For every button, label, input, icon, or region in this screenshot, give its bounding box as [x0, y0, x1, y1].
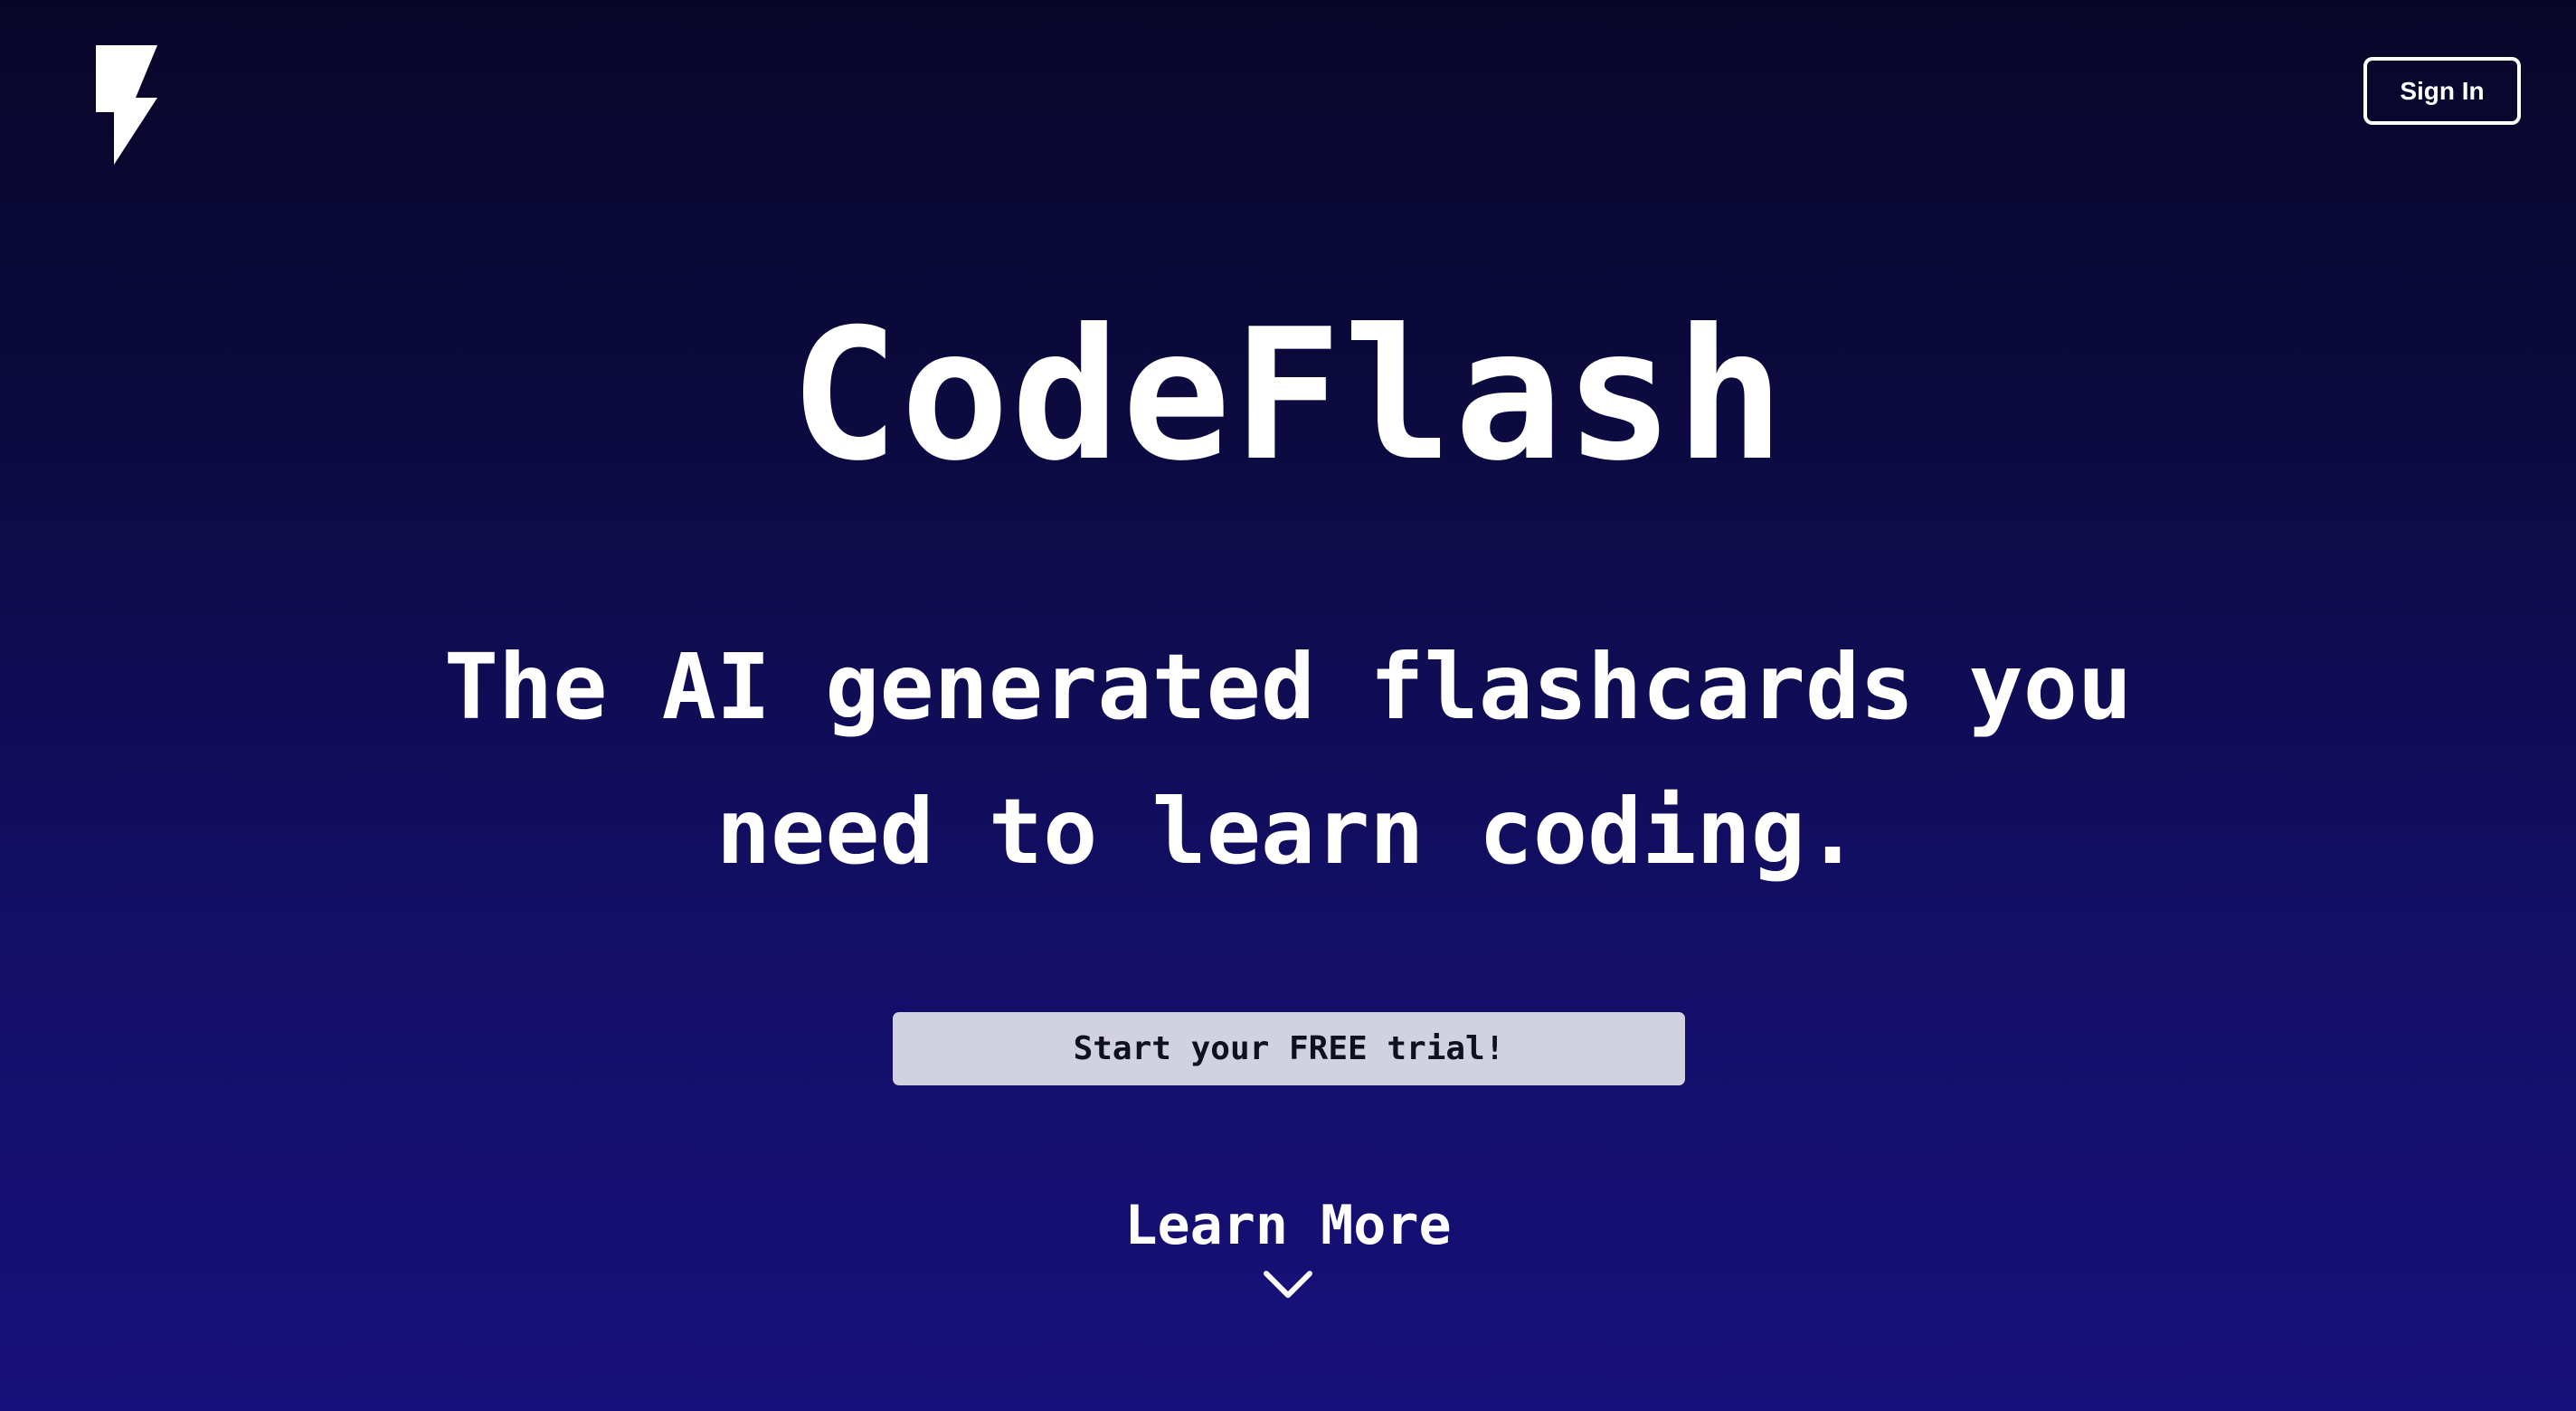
brand-title: CodeFlash	[790, 290, 1786, 501]
lightning-bolt-icon[interactable]	[94, 43, 159, 166]
chevron-down-icon	[1263, 1266, 1313, 1302]
tagline-line-1: The AI generated flashcards you	[443, 634, 2133, 740]
sign-in-button[interactable]: Sign In	[2363, 57, 2521, 125]
learn-more-link[interactable]: Learn More	[1062, 1185, 1514, 1302]
hero-tagline: The AI generated flashcards you need to …	[0, 615, 2576, 904]
start-free-trial-button[interactable]: Start your FREE trial!	[893, 1012, 1685, 1085]
tagline-line-2: need to learn coding.	[715, 779, 1861, 885]
learn-more-label: Learn More	[1124, 1194, 1452, 1257]
